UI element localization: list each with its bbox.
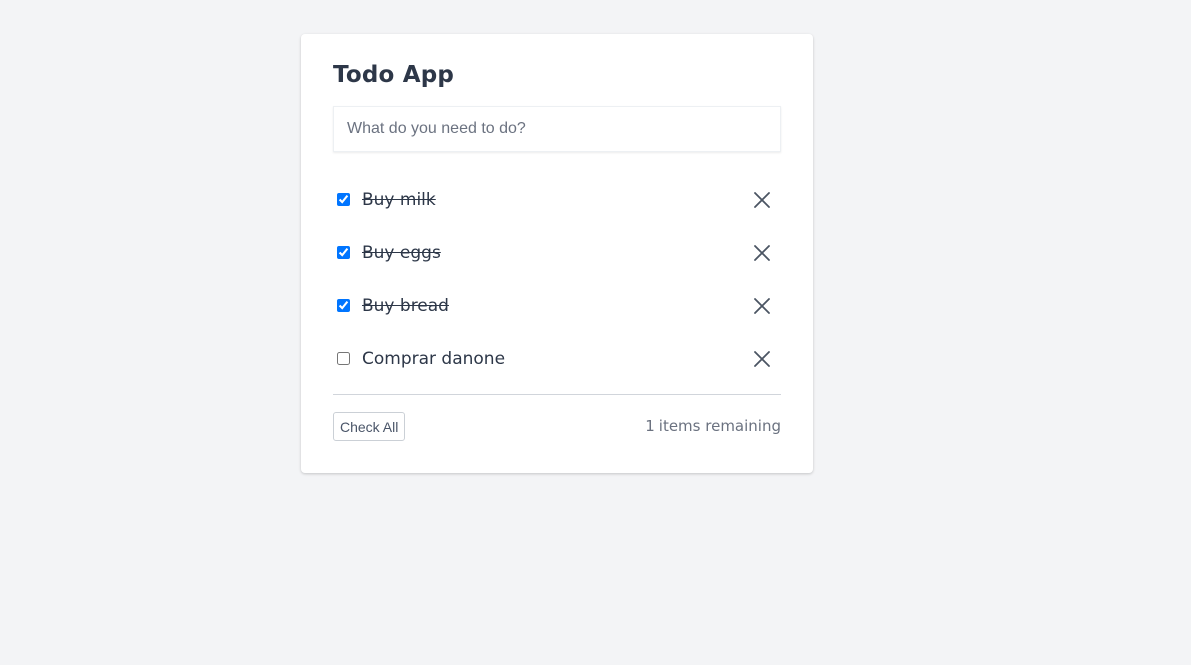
- todo-checkbox[interactable]: [337, 299, 350, 312]
- todo-checkbox[interactable]: [337, 352, 350, 365]
- remove-todo-button[interactable]: [753, 350, 771, 368]
- todo-item: Buy bread: [333, 279, 781, 332]
- remaining-count: 1: [645, 417, 655, 435]
- new-todo-input[interactable]: [333, 106, 781, 152]
- todo-card: Todo App Buy milk Buy eggs Buy bread: [301, 34, 813, 473]
- todo-item: Buy eggs: [333, 226, 781, 279]
- todo-list: Buy milk Buy eggs Buy bread Comprar dano…: [333, 173, 781, 385]
- todo-label[interactable]: Buy bread: [362, 296, 449, 316]
- todo-checkbox[interactable]: [337, 246, 350, 259]
- close-icon: [754, 244, 770, 261]
- items-remaining: 1 items remaining: [645, 417, 781, 435]
- remove-todo-button[interactable]: [753, 191, 771, 209]
- todo-item: Buy milk: [333, 173, 781, 226]
- todo-item: Comprar danone: [333, 332, 781, 385]
- check-all-button[interactable]: Check All: [333, 412, 406, 441]
- close-icon: [754, 350, 770, 367]
- close-icon: [754, 297, 770, 314]
- remaining-label: items remaining: [658, 417, 781, 435]
- remove-todo-button[interactable]: [753, 244, 771, 262]
- footer-divider: [333, 394, 781, 395]
- remove-todo-button[interactable]: [753, 297, 771, 315]
- todo-label[interactable]: Buy milk: [362, 190, 436, 210]
- todo-checkbox[interactable]: [337, 193, 350, 206]
- page-title: Todo App: [333, 62, 455, 88]
- todo-label[interactable]: Buy eggs: [362, 243, 441, 263]
- todo-label[interactable]: Comprar danone: [362, 349, 505, 369]
- close-icon: [754, 191, 770, 208]
